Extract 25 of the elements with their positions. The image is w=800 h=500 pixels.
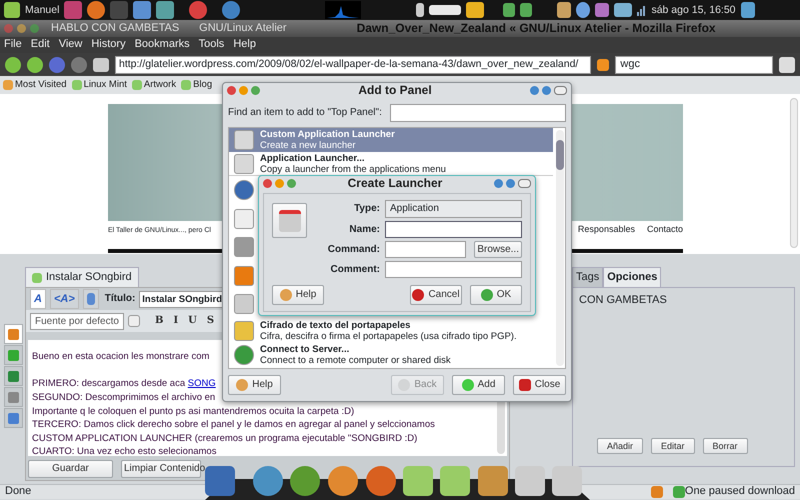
- item-description: Create a new launcher: [260, 140, 357, 151]
- field-label: Name:: [348, 224, 380, 236]
- field-label: Find an item to add to "Top Panel":: [228, 107, 382, 119]
- item-name: Cifrado de texto del portapapeles: [260, 320, 412, 330]
- item-description: Cifra, descifra o firma el portapapeles (usa cifrado tipo PGP).: [260, 330, 517, 342]
- text-line: PRIMERO: descargamos desde aca: [32, 378, 186, 390]
- item-name: Connect to Server...: [260, 344, 350, 354]
- window-title: Add to Panel: [358, 83, 432, 98]
- title-label: Título:: [104, 293, 136, 306]
- text-line: Bueno en esta ocacion les monstrare com: [32, 351, 210, 362]
- item-name: Custom Application Launcher: [260, 129, 395, 140]
- text-line: CUARTO: Una vez echo esto selecionamos: [32, 446, 216, 458]
- window-title: Create Launcher: [348, 176, 442, 191]
- text-line: Importante q le coloquen el punto ps asi mantendremos ocuita la carpeta :D): [32, 406, 354, 417]
- text-line: CUSTOM APPLICATION LAUNCHER (crearemos un programa ejecutable "SONGBIRD :D): [32, 432, 418, 444]
- field-label: Comment:: [330, 264, 380, 276]
- item-description: Copy a launcher from the applications menu: [260, 164, 446, 174]
- blog-name: CON GAMBETAS: [579, 294, 668, 308]
- status-text: Done: [5, 485, 32, 499]
- text-line: SEGUNDO: Descomprimimos el archivo en: [32, 392, 216, 403]
- field-label: Command:: [326, 244, 380, 256]
- text-line: TERCERO: Damos click derecho sobre el panel y le damos en agregar al panel y selccionamos: [32, 419, 435, 430]
- field-label: Type:: [353, 203, 380, 215]
- item-description: Connect to a remote computer or shared disk: [260, 354, 451, 366]
- item-name: Application Launcher...: [260, 152, 366, 164]
